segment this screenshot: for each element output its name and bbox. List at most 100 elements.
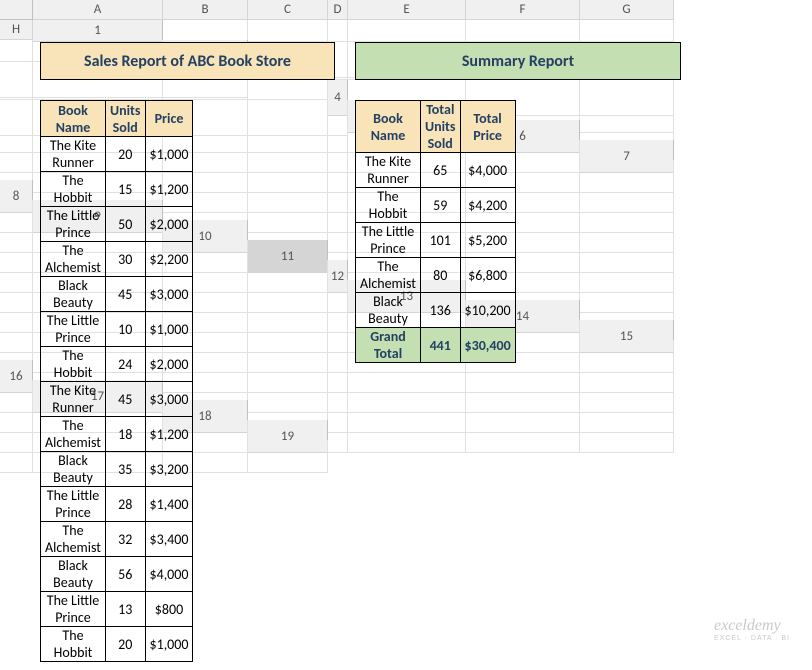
sales-cell-units[interactable]: 20 [105, 627, 145, 662]
sales-cell-book[interactable]: Black Beauty [41, 452, 106, 487]
cell-D1[interactable] [348, 20, 466, 42]
sales-cell-units[interactable]: 50 [105, 207, 145, 242]
col-header-G[interactable]: G [580, 0, 674, 20]
col-header-F[interactable]: F [466, 0, 580, 20]
grand-total-price[interactable]: $30,400 [460, 328, 515, 363]
sales-cell-price[interactable]: $1,000 [145, 137, 193, 172]
cell-A1[interactable] [163, 20, 248, 42]
summary-cell-units[interactable]: 59 [420, 188, 460, 223]
sales-cell-units[interactable]: 45 [105, 277, 145, 312]
summary-cell-price[interactable]: $4,000 [460, 153, 515, 188]
sales-cell-book[interactable]: The Little Prince [41, 592, 106, 627]
cell-H3[interactable] [248, 80, 328, 100]
sales-cell-price[interactable]: $1,000 [145, 312, 193, 347]
sales-cell-price[interactable]: $1,000 [145, 627, 193, 662]
sales-cell-book[interactable]: The Alchemist [41, 417, 106, 452]
grand-total-label[interactable]: Grand Total [356, 328, 421, 363]
cell-F1[interactable] [580, 20, 674, 42]
summary-header-units[interactable]: Total Units Sold [420, 101, 460, 153]
sales-cell-units[interactable]: 30 [105, 242, 145, 277]
cell-F3[interactable] [33, 80, 163, 100]
sales-cell-book[interactable]: The Kite Runner [41, 137, 106, 172]
sales-cell-book[interactable]: The Little Prince [41, 312, 106, 347]
row-header-1[interactable]: 1 [33, 20, 163, 42]
summary-cell-price[interactable]: $6,800 [460, 258, 515, 293]
sales-cell-units[interactable]: 56 [105, 557, 145, 592]
cell-H19[interactable] [248, 440, 328, 473]
summary-cell-book[interactable]: The Alchemist [356, 258, 421, 293]
sales-cell-book[interactable]: The Hobbit [41, 627, 106, 662]
cell-B19[interactable] [348, 420, 466, 453]
cell-G1[interactable] [0, 40, 33, 62]
sales-cell-price[interactable]: $3,400 [145, 522, 193, 557]
summary-cell-book[interactable]: The Hobbit [356, 188, 421, 223]
col-header-C[interactable]: C [248, 0, 328, 20]
sales-cell-units[interactable]: 20 [105, 137, 145, 172]
summary-cell-units[interactable]: 80 [420, 258, 460, 293]
sales-header-book[interactable]: Book Name [41, 101, 106, 137]
summary-cell-book[interactable]: Black Beauty [356, 293, 421, 328]
sales-cell-price[interactable]: $2,000 [145, 347, 193, 382]
col-header-D[interactable]: D [328, 0, 348, 20]
summary-cell-price[interactable]: $4,200 [460, 188, 515, 223]
cell-E3[interactable] [0, 80, 33, 100]
summary-cell-units[interactable]: 136 [420, 293, 460, 328]
table-row: The Kite Runner45$3,000 [41, 382, 193, 417]
cell-E19[interactable] [0, 440, 33, 473]
col-header-A[interactable]: A [33, 0, 163, 20]
cell-D19[interactable] [580, 420, 674, 453]
cell-B1[interactable] [248, 20, 328, 42]
sales-header-units[interactable]: Units Sold [105, 101, 145, 137]
sales-cell-price[interactable]: $3,000 [145, 277, 193, 312]
summary-header-book[interactable]: Book Name [356, 101, 421, 153]
sales-cell-units[interactable]: 13 [105, 592, 145, 627]
summary-cell-book[interactable]: The Kite Runner [356, 153, 421, 188]
sales-cell-book[interactable]: The Alchemist [41, 242, 106, 277]
sales-cell-units[interactable]: 18 [105, 417, 145, 452]
summary-cell-book[interactable]: The Little Prince [356, 223, 421, 258]
grand-total-units[interactable]: 441 [420, 328, 460, 363]
sales-cell-units[interactable]: 32 [105, 522, 145, 557]
col-header-E[interactable]: E [348, 0, 466, 20]
col-header-H[interactable]: H [0, 20, 33, 40]
summary-cell-units[interactable]: 101 [420, 223, 460, 258]
summary-cell-price[interactable]: $5,200 [460, 223, 515, 258]
sales-cell-book[interactable]: The Little Prince [41, 487, 106, 522]
sales-cell-price[interactable]: $1,200 [145, 172, 193, 207]
sales-header-price[interactable]: Price [145, 101, 193, 137]
cell-C1[interactable] [328, 20, 348, 42]
cell-C19[interactable] [466, 420, 580, 453]
sales-cell-price[interactable]: $2,200 [145, 242, 193, 277]
sales-cell-price[interactable]: $3,200 [145, 452, 193, 487]
sales-cell-units[interactable]: 35 [105, 452, 145, 487]
sales-cell-price[interactable]: $4,000 [145, 557, 193, 592]
sales-cell-book[interactable]: Black Beauty [41, 277, 106, 312]
sales-cell-price[interactable]: $2,000 [145, 207, 193, 242]
summary-header-price[interactable]: Total Price [460, 101, 515, 153]
table-row: Black Beauty35$3,200 [41, 452, 193, 487]
sales-cell-book[interactable]: The Little Prince [41, 207, 106, 242]
summary-cell-units[interactable]: 65 [420, 153, 460, 188]
sales-cell-book[interactable]: Black Beauty [41, 557, 106, 592]
sales-cell-price[interactable]: $1,400 [145, 487, 193, 522]
cell-G3[interactable] [163, 80, 248, 100]
cell-A19[interactable] [328, 420, 348, 453]
summary-cell-price[interactable]: $10,200 [460, 293, 515, 328]
sales-cell-book[interactable]: The Hobbit [41, 347, 106, 382]
sales-cell-units[interactable]: 24 [105, 347, 145, 382]
col-header-B[interactable]: B [163, 0, 248, 20]
sales-cell-price[interactable]: $800 [145, 592, 193, 627]
sales-cell-book[interactable]: The Alchemist [41, 522, 106, 557]
sales-cell-units[interactable]: 10 [105, 312, 145, 347]
table-row: The Hobbit24$2,000 [41, 347, 193, 382]
sales-cell-book[interactable]: The Kite Runner [41, 382, 106, 417]
table-row: The Hobbit20$1,000 [41, 627, 193, 662]
cell-E1[interactable] [466, 20, 580, 42]
sales-cell-units[interactable]: 45 [105, 382, 145, 417]
sales-cell-units[interactable]: 28 [105, 487, 145, 522]
sales-cell-price[interactable]: $3,000 [145, 382, 193, 417]
sales-cell-units[interactable]: 15 [105, 172, 145, 207]
sales-cell-book[interactable]: The Hobbit [41, 172, 106, 207]
table-row: The Alchemist32$3,400 [41, 522, 193, 557]
sales-cell-price[interactable]: $1,200 [145, 417, 193, 452]
